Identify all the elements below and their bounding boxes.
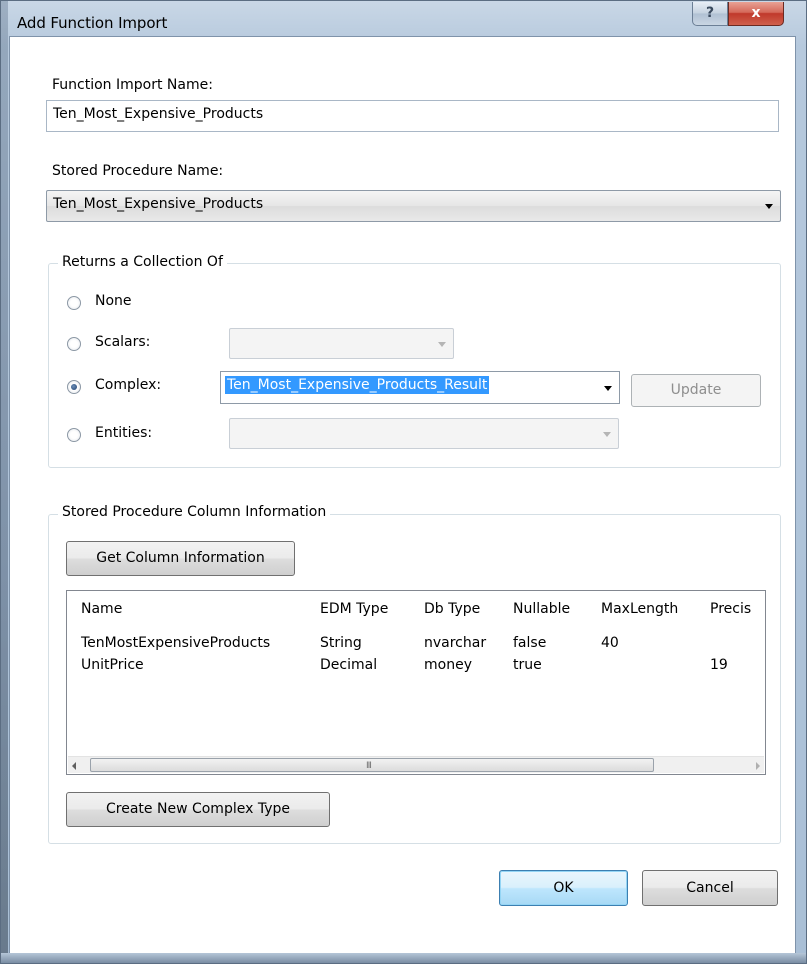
cell-nullable: true <box>513 657 542 673</box>
column-header-nullable[interactable]: Nullable <box>513 601 570 617</box>
chevron-down-icon <box>438 341 446 347</box>
entities-select[interactable] <box>229 418 619 449</box>
column-info-list[interactable]: Name EDM Type Db Type Nullable MaxLength… <box>66 590 766 775</box>
column-header-db-type[interactable]: Db Type <box>424 601 480 617</box>
stored-procedure-select[interactable]: Ten_Most_Expensive_Products <box>46 190 781 222</box>
chevron-down-icon <box>603 431 611 437</box>
scroll-right-arrow-icon[interactable] <box>756 762 760 770</box>
radio-scalars[interactable] <box>67 337 81 351</box>
cell-edm-type: Decimal <box>320 657 378 673</box>
cell-edm-type: String <box>320 635 362 651</box>
function-import-name-label: Function Import Name: <box>52 77 213 93</box>
radio-scalars-label: Scalars: <box>95 334 151 350</box>
cell-db-type: nvarchar <box>424 635 487 651</box>
cell-precision: 19 <box>710 657 728 673</box>
get-column-information-button[interactable]: Get Column Information <box>66 541 295 576</box>
radio-complex[interactable] <box>67 380 81 394</box>
scroll-grip-icon: III <box>366 761 372 771</box>
column-info-group-title: Stored Procedure Column Information <box>58 504 331 520</box>
cell-name: TenMostExpensiveProducts <box>81 635 271 651</box>
cancel-button[interactable]: Cancel <box>642 870 778 906</box>
chevron-down-icon <box>765 204 773 209</box>
radio-entities-label: Entities: <box>95 425 153 441</box>
create-new-complex-type-button[interactable]: Create New Complex Type <box>66 792 330 827</box>
stored-procedure-name-label: Stored Procedure Name: <box>52 163 224 179</box>
ok-button[interactable]: OK <box>499 870 628 906</box>
stored-procedure-select-value: Ten_Most_Expensive_Products <box>53 196 264 212</box>
horizontal-scrollbar[interactable]: III <box>68 756 764 773</box>
update-button[interactable]: Update <box>631 374 761 407</box>
cell-name: UnitPrice <box>81 657 144 673</box>
radio-entities[interactable] <box>67 428 81 442</box>
function-import-name-input[interactable]: Ten_Most_Expensive_Products <box>46 100 779 132</box>
scroll-left-arrow-icon[interactable] <box>72 762 76 770</box>
column-header-maxlength[interactable]: MaxLength <box>601 601 678 617</box>
cell-db-type: money <box>424 657 472 673</box>
column-header-precision[interactable]: Precis <box>710 601 751 617</box>
help-button[interactable]: ? <box>692 2 728 26</box>
cell-nullable: false <box>513 635 547 651</box>
radio-complex-label: Complex: <box>95 377 162 393</box>
complex-type-select-value: Ten_Most_Expensive_Products_Result <box>225 376 490 394</box>
scalars-select[interactable] <box>229 328 454 359</box>
complex-type-select[interactable]: Ten_Most_Expensive_Products_Result <box>220 371 620 404</box>
returns-group-title: Returns a Collection Of <box>58 254 227 270</box>
radio-none-label: None <box>95 293 132 309</box>
scrollbar-thumb[interactable]: III <box>90 758 654 772</box>
column-header-edm-type[interactable]: EDM Type <box>320 601 388 617</box>
cell-maxlength: 40 <box>601 635 619 651</box>
window-title: Add Function Import <box>17 14 168 32</box>
column-header-name[interactable]: Name <box>81 601 122 617</box>
radio-none[interactable] <box>67 296 81 310</box>
chevron-down-icon <box>604 385 612 391</box>
close-button[interactable]: x <box>728 2 784 26</box>
